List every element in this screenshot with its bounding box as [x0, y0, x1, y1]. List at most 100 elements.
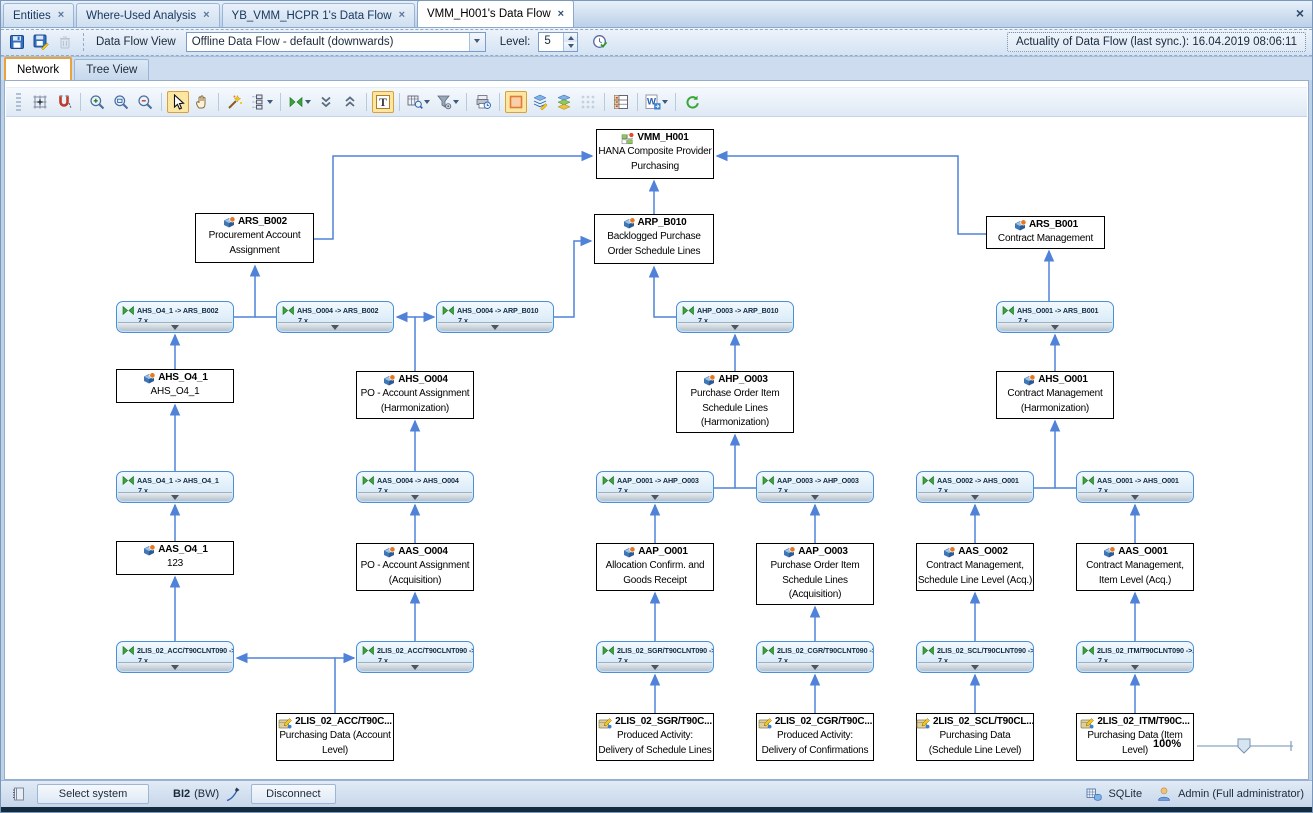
collapse-all-icon[interactable]: [315, 91, 337, 113]
transformation-node[interactable]: AAP_O003 -> AHP_O0037.x: [756, 471, 874, 503]
node-aap-o001[interactable]: AAP_O001Allocation Confirm. andGoods Rec…: [596, 543, 714, 591]
node-aas-o001[interactable]: AAS_O001Contract Management,Item Level (…: [1076, 543, 1194, 591]
node-aas-o002[interactable]: AAS_O002Contract Management,Schedule Lin…: [916, 543, 1034, 591]
transformation-expander[interactable]: [278, 322, 392, 331]
document-tab-entities[interactable]: Entities×: [3, 3, 74, 27]
tab-close-icon[interactable]: ×: [558, 9, 564, 20]
transformation-node[interactable]: AAS_O002 -> AHS_O0017.x: [916, 471, 1034, 503]
transformation-node[interactable]: AAS_O001 -> AHS_O0017.x: [1076, 471, 1194, 503]
transformation-expander[interactable]: [598, 662, 712, 671]
word-export-icon[interactable]: W: [643, 91, 670, 113]
node-ds-scl[interactable]: 2LIS_02_SCL/T90CL...Purchasing Data(Sche…: [916, 713, 1034, 761]
transformation-expander[interactable]: [118, 492, 232, 501]
document-tab-where-used-analysis[interactable]: Where-Used Analysis×: [76, 3, 219, 27]
transformation-node[interactable]: 2LIS_02_ACC/T90CLNT090 ->...7.x: [116, 641, 234, 673]
transformation-expander[interactable]: [998, 322, 1112, 331]
pan-icon[interactable]: [191, 91, 213, 113]
transformation-expander[interactable]: [758, 662, 872, 671]
text-icon[interactable]: T: [372, 91, 394, 113]
layout-icon[interactable]: [248, 91, 275, 113]
transformation-node[interactable]: AHS_O4_1 -> ARS_B0027.x: [116, 301, 234, 333]
zoom-in-icon[interactable]: [86, 91, 108, 113]
chevron-down-icon[interactable]: [469, 33, 485, 51]
toolbar-drag-handle[interactable]: [16, 93, 21, 111]
node-ds-cgr[interactable]: 2LIS_02_CGR/T90C...Produced Activity:Del…: [756, 713, 874, 761]
transformation-node[interactable]: AAP_O001 -> AHP_O0037.x: [596, 471, 714, 503]
zoom-fit-icon[interactable]: [110, 91, 132, 113]
node-vmm-h001[interactable]: VMM_H001HANA Composite ProviderPurchasin…: [596, 129, 714, 179]
node-ahs-o001[interactable]: AHS_O001Contract Management(Harmonizatio…: [996, 371, 1114, 419]
transformation-node[interactable]: AAS_O004 -> AHS_O0047.x: [356, 471, 474, 503]
node-ahp-o003[interactable]: AHP_O003Purchase Order ItemSchedule Line…: [676, 371, 794, 433]
snap-icon[interactable]: [53, 91, 75, 113]
print-icon[interactable]: [472, 91, 494, 113]
view-tab-network[interactable]: Network: [4, 57, 72, 80]
spin-up-icon[interactable]: [564, 33, 577, 42]
node-aas-o004[interactable]: AAS_O004PO - Account Assignment(Acquisit…: [356, 543, 474, 591]
document-tab-yb-vmm-hcpr-1-s-data-flow[interactable]: YB_VMM_HCPR 1's Data Flow×: [222, 3, 415, 27]
transformation-expander[interactable]: [758, 492, 872, 501]
transformation-node[interactable]: AHS_O001 -> ARS_B0017.x: [996, 301, 1114, 333]
highlight-icon[interactable]: [505, 91, 527, 113]
tab-close-icon[interactable]: ×: [58, 10, 64, 21]
node-ds-sgr[interactable]: 2LIS_02_SGR/T90C...Produced Activity:Del…: [596, 713, 714, 761]
table-search-icon[interactable]: [405, 91, 432, 113]
transformation-node[interactable]: 2LIS_02_ITM/T90CLNT090 ->...7.x: [1076, 641, 1194, 673]
transformation-node[interactable]: AHP_O003 -> ARP_B0107.x: [676, 301, 794, 333]
document-tab-vmm-h001-s-data-flow[interactable]: VMM_H001's Data Flow×: [417, 0, 574, 27]
zoom-out-icon[interactable]: [134, 91, 156, 113]
layers-edit-icon[interactable]: [529, 91, 551, 113]
data-flow-select[interactable]: Offline Data Flow - default (downwards): [186, 32, 486, 52]
pointer-icon[interactable]: [167, 91, 189, 113]
save-icon[interactable]: [7, 32, 27, 52]
transformation-expander[interactable]: [358, 662, 472, 671]
transformation-expander[interactable]: [598, 492, 712, 501]
disconnect-button[interactable]: Disconnect: [251, 784, 335, 804]
legend-table-icon[interactable]: [610, 91, 632, 113]
transformation-expander[interactable]: [358, 492, 472, 501]
transformation-node[interactable]: 2LIS_02_SGR/T90CLNT090 ->...7.x: [596, 641, 714, 673]
zoom-slider-thumb[interactable]: [1238, 739, 1250, 753]
node-aas-o4-1[interactable]: AAS_O4_1123: [116, 541, 234, 575]
view-tab-tree-view[interactable]: Tree View: [74, 59, 149, 80]
transformation-expander[interactable]: [918, 662, 1032, 671]
transformation-expander[interactable]: [438, 322, 552, 331]
level-value[interactable]: 5: [539, 33, 563, 51]
edit-system-pen-icon[interactable]: [223, 784, 243, 804]
sync-clock-icon[interactable]: [590, 32, 610, 52]
filter-icon[interactable]: [434, 91, 461, 113]
level-spinner[interactable]: 5: [538, 32, 578, 52]
close-icon[interactable]: ×: [1296, 6, 1304, 20]
save-as-icon[interactable]: [31, 32, 51, 52]
node-ahs-o004[interactable]: AHS_O004PO - Account Assignment(Harmoniz…: [356, 371, 474, 419]
transformation-expander[interactable]: [118, 662, 232, 671]
transformation-node[interactable]: AHS_O004 -> ARP_B0107.x: [436, 301, 554, 333]
node-ahs-o4-1[interactable]: AHS_O4_1AHS_O4_1: [116, 369, 234, 403]
grid-icon[interactable]: [29, 91, 51, 113]
transformation-node[interactable]: 2LIS_02_CGR/T90CLNT090 ->...7.x: [756, 641, 874, 673]
select-system-button[interactable]: Select system: [37, 784, 149, 804]
transformation-node[interactable]: 2LIS_02_SCL/T90CLNT090 ->...7.x: [916, 641, 1034, 673]
tab-close-icon[interactable]: ×: [399, 10, 405, 21]
node-ars-b001[interactable]: ARS_B001Contract Management: [986, 216, 1105, 249]
refresh-icon[interactable]: [681, 91, 703, 113]
node-ds-itm[interactable]: 2LIS_02_ITM/T90C...Purchasing Data (Item…: [1076, 713, 1194, 761]
transformation-expander[interactable]: [1078, 662, 1192, 671]
layers-color-icon[interactable]: [553, 91, 575, 113]
expand-all-icon[interactable]: [339, 91, 361, 113]
spin-down-icon[interactable]: [564, 42, 577, 51]
notebook-icon[interactable]: [9, 784, 29, 804]
transformation-icon[interactable]: [286, 91, 313, 113]
node-arp-b010[interactable]: ARP_B010Backlogged PurchaseOrder Schedul…: [594, 214, 714, 264]
tab-close-icon[interactable]: ×: [203, 10, 209, 21]
transformation-node[interactable]: AHS_O004 -> ARS_B0027.x: [276, 301, 394, 333]
transformation-expander[interactable]: [678, 322, 792, 331]
node-ds-acc[interactable]: 2LIS_02_ACC/T90C...Purchasing Data (Acco…: [276, 713, 394, 761]
transformation-expander[interactable]: [118, 322, 232, 331]
transformation-expander[interactable]: [918, 492, 1032, 501]
node-ars-b002[interactable]: ARS_B002Procurement AccountAssignment: [195, 213, 314, 263]
transformation-node[interactable]: 2LIS_02_ACC/T90CLNT090 ->...7.x: [356, 641, 474, 673]
magic-wand-icon[interactable]: [224, 91, 246, 113]
transformation-node[interactable]: AAS_O4_1 -> AHS_O4_17.x: [116, 471, 234, 503]
transformation-expander[interactable]: [1078, 492, 1192, 501]
